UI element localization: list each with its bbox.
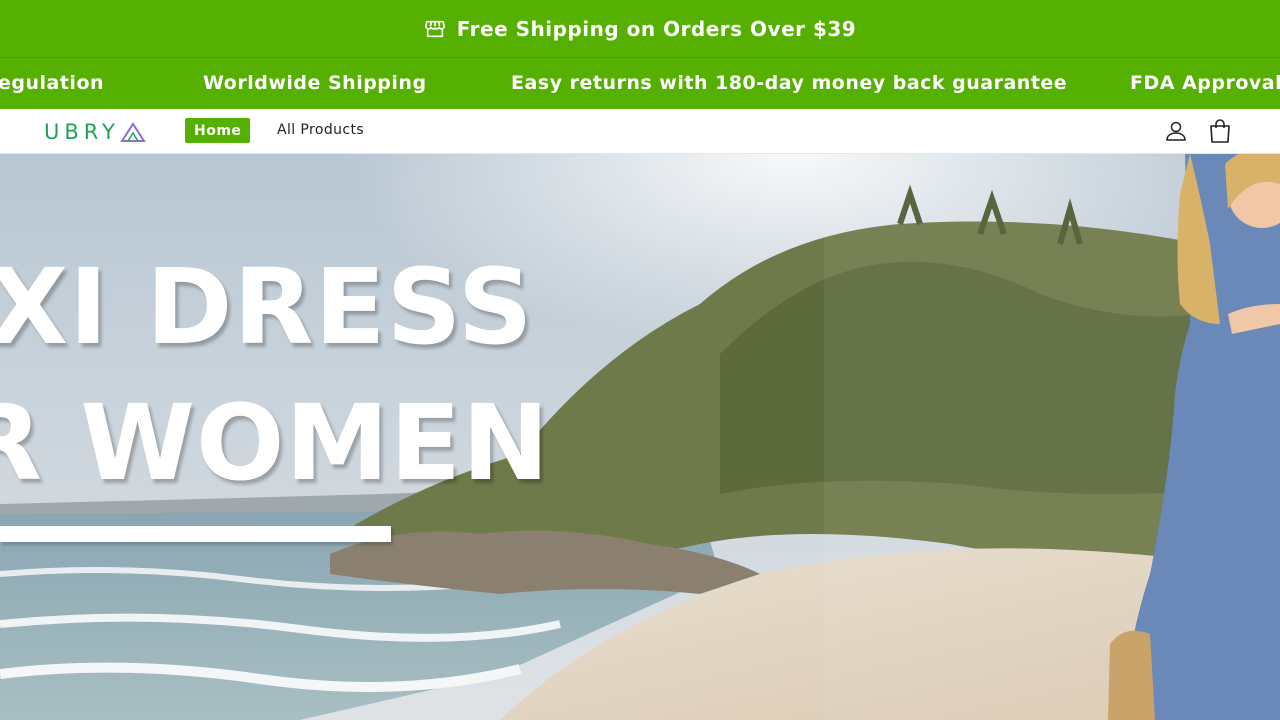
nav-all-products[interactable]: All Products <box>277 122 364 138</box>
nav-home[interactable]: Home <box>185 118 251 143</box>
marquee-item: egulation <box>0 72 105 94</box>
logo[interactable]: UBRY <box>44 120 146 144</box>
announcement-text: Free Shipping on Orders Over $39 <box>456 16 857 41</box>
hero-headline-line1: XI DRESS <box>0 246 534 368</box>
marquee-item: Worldwide Shipping <box>203 72 427 94</box>
hero-headline-line2: R WOMEN <box>0 382 550 504</box>
site-header: UBRY Home All Products <box>0 109 1280 154</box>
cart-icon[interactable] <box>1208 118 1232 144</box>
logo-text: UBRY <box>44 120 120 144</box>
hero-banner[interactable]: XI DRESS R WOMEN <box>0 154 1280 720</box>
marquee-item: FDA Approval o <box>1130 72 1280 94</box>
announcement-bar: Free Shipping on Orders Over $39 <box>0 0 1280 58</box>
hero-underline-bar <box>0 526 391 542</box>
account-icon[interactable] <box>1164 119 1188 143</box>
marquee-bar: egulation Worldwide Shipping Easy return… <box>0 58 1280 109</box>
store-icon <box>424 18 446 40</box>
marquee-item: Easy returns with 180-day money back gua… <box>511 72 1068 94</box>
logo-mark-icon <box>120 122 146 142</box>
